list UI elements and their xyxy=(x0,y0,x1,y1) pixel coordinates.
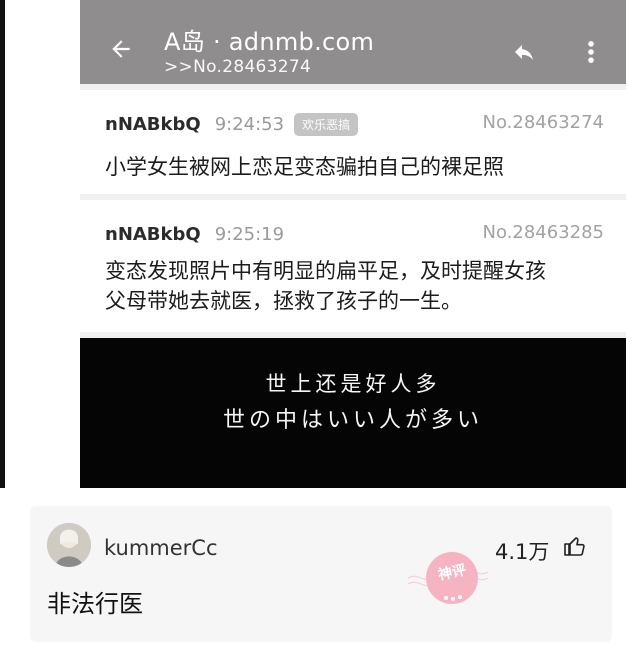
embedded-screenshot: A岛 · adnmb.com >>No.28463274 nNABkbQ 9:2… xyxy=(0,0,640,488)
post-reply: nNABkbQ 9:25:19 No.28463285 变态发现照片中有明显的扁… xyxy=(80,200,626,332)
post-user-id[interactable]: nNABkbQ xyxy=(105,114,201,135)
app-bar: A岛 · adnmb.com >>No.28463274 xyxy=(80,0,626,84)
subtitle-japanese: 世の中はいい人が多い xyxy=(222,408,483,433)
avatar[interactable] xyxy=(47,523,91,567)
like-count: 4.1万 xyxy=(495,540,550,564)
post-text: 小学女生被网上恋足变态骗拍自己的裸足照 xyxy=(105,155,504,179)
more-vert-icon[interactable] xyxy=(583,38,599,66)
thumb-up-icon[interactable] xyxy=(563,534,587,558)
post-text: 变态发现照片中有明显的扁平足，及时提醒女孩 父母带她去就医，拯救了孩子的一生。 xyxy=(105,256,606,316)
post-time: 9:25:19 xyxy=(214,223,285,245)
hot-comment-stamp: 神评 xyxy=(407,544,489,612)
comment-username[interactable]: kummerCc xyxy=(104,536,218,560)
comment-card: kummerCc 4.1万 非法行医 神评 xyxy=(30,506,612,642)
reply-icon[interactable] xyxy=(510,40,538,64)
video-still: 世上还是好人多 世の中はいい人が多い xyxy=(80,338,626,488)
post-meta: nNABkbQ 9:25:19 xyxy=(105,220,284,248)
post-number[interactable]: No.28463274 xyxy=(483,112,605,133)
subtitle-chinese: 世上还是好人多 xyxy=(265,372,441,396)
post-user-id[interactable]: nNABkbQ xyxy=(105,224,201,245)
post-meta: nNABkbQ 9:24:53 欢乐恶搞 xyxy=(105,110,359,138)
post-time: 9:24:53 xyxy=(214,113,285,135)
back-arrow-icon[interactable] xyxy=(108,36,134,62)
post-number[interactable]: No.28463285 xyxy=(483,222,605,243)
category-tag[interactable]: 欢乐恶搞 xyxy=(294,112,359,136)
comment-text: 非法行医 xyxy=(47,590,143,618)
left-edge-bar xyxy=(0,0,5,488)
thread-number: >>No.28463274 xyxy=(164,57,312,77)
post-text-line: 父母带她去就医，拯救了孩子的一生。 xyxy=(105,289,462,313)
app-title: A岛 · adnmb.com xyxy=(164,28,375,56)
post-text-line: 变态发现照片中有明显的扁平足，及时提醒女孩 xyxy=(105,259,546,283)
post-op: nNABkbQ 9:24:53 欢乐恶搞 No.28463274 小学女生被网上… xyxy=(80,90,626,194)
